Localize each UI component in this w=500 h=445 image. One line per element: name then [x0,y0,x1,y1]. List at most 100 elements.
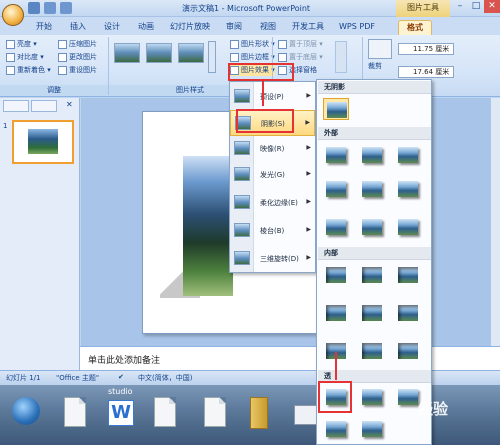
menu-item-label: 柔化边缘(E) [260,199,298,207]
shadow-option[interactable] [395,340,421,362]
picture-tools-label: 图片工具 [396,0,450,17]
tab-insert[interactable]: 插入 [64,20,92,35]
maximize-button[interactable]: □ [468,0,484,13]
shadow-option[interactable] [359,178,385,200]
ribbon-tabs: 开始 插入 设计 动画 幻灯片放映 审阅 视图 开发工具 WPS PDF 格式 [0,17,500,35]
spellcheck-icon[interactable]: ✔ [118,373,124,381]
folder-icon[interactable] [250,397,268,429]
no-shadow-option[interactable] [323,98,349,120]
brightness-icon [6,40,15,49]
menu-item-soft-edges[interactable]: 柔化边缘(E) ▶ [230,190,315,216]
menu-item-preset[interactable]: 预设(P) ▶ [230,84,315,110]
vertical-scrollbar[interactable] [490,98,500,346]
width-field[interactable]: 17.64 厘米 [398,66,454,78]
shadow-option[interactable] [323,418,349,440]
preview-image [326,421,346,437]
preview-image [362,219,382,235]
preview-image [326,267,346,283]
shadow-option[interactable] [395,144,421,166]
shadow-option[interactable] [395,178,421,200]
adjust-group-label: 调整 [0,85,108,96]
border-icon [230,53,239,62]
tab-wps-pdf[interactable]: WPS PDF [334,20,380,35]
shadow-option[interactable] [395,216,421,238]
styles-scroll[interactable] [208,41,216,73]
section-no-shadow: 无阴影 [318,81,431,94]
recolor-button[interactable]: 重新着色 ▾ [6,65,51,76]
selected-picture[interactable] [183,156,233,296]
shadow-option[interactable] [323,302,349,324]
undo-icon[interactable] [44,2,56,14]
send-back-label: 置于底层 ▾ [289,53,323,61]
shadow-option[interactable] [323,178,349,200]
reflection-icon [234,141,250,155]
redo-icon[interactable] [60,2,72,14]
outline-tab[interactable] [31,100,57,112]
align-icon[interactable] [335,41,347,73]
tab-review[interactable]: 审阅 [220,20,248,35]
shadow-option[interactable] [323,144,349,166]
shadow-option[interactable] [323,264,349,286]
slide-thumbnail[interactable] [12,120,74,164]
style-thumb-1[interactable] [114,43,140,63]
wps-writer-icon[interactable]: W [108,400,134,426]
slides-tab[interactable] [3,100,29,112]
contrast-button[interactable]: 对比度 ▾ [6,52,44,63]
menu-item-reflection[interactable]: 映像(R) ▶ [230,136,315,162]
document-icon[interactable] [64,397,86,427]
shadow-option[interactable] [359,216,385,238]
bring-front-button[interactable]: 置于顶层 ▾ [278,39,323,50]
shadow-option[interactable] [359,386,385,408]
picture-shape-button[interactable]: 图片形状 ▾ [230,39,275,50]
brightness-button[interactable]: 亮度 ▾ [6,39,37,50]
submenu-arrow-icon: ▶ [306,226,311,233]
shadow-option[interactable] [323,216,349,238]
height-field[interactable]: 11.75 厘米 [398,43,454,55]
tab-design[interactable]: 设计 [98,20,126,35]
minimize-button[interactable]: – [452,0,468,13]
save-icon[interactable] [28,2,40,14]
close-button[interactable]: ✕ [484,0,500,13]
submenu-arrow-icon: ▶ [306,254,311,261]
notes-placeholder: 单击此处添加备注 [88,356,161,366]
change-picture-button[interactable]: 更改图片 [58,52,97,63]
submenu-arrow-icon: ▶ [305,119,310,126]
menu-item-bevel[interactable]: 棱台(B) ▶ [230,218,315,244]
tab-format[interactable]: 格式 [398,20,432,35]
office-button[interactable] [2,4,24,26]
send-back-button[interactable]: 置于底层 ▾ [278,52,323,63]
compress-button[interactable]: 压缩图片 [58,39,97,50]
shadow-option[interactable] [395,264,421,286]
shadow-option[interactable] [359,302,385,324]
section-inner: 内部 [318,247,431,260]
tab-view[interactable]: 视图 [254,20,282,35]
window-icon[interactable] [294,405,318,425]
tab-animation[interactable]: 动画 [132,20,160,35]
close-pane-icon[interactable]: ✕ [66,100,73,109]
effects-highlight-box [228,63,294,81]
change-picture-label: 更改图片 [69,53,97,61]
shadow-option[interactable] [359,264,385,286]
globe-icon[interactable] [12,397,40,425]
document-icon[interactable] [154,397,176,427]
reset-picture-button[interactable]: 重设图片 [58,65,97,76]
section-outer: 外部 [318,127,431,140]
shape-icon [230,40,239,49]
tab-developer[interactable]: 开发工具 [288,20,328,35]
style-thumb-2[interactable] [146,43,172,63]
crop-icon[interactable] [368,39,392,59]
menu-item-glow[interactable]: 发光(G) ▶ [230,162,315,188]
menu-item-label: 三维旋转(D) [260,255,299,263]
notes-pane[interactable]: 单击此处添加备注 [80,346,500,370]
tab-slideshow[interactable]: 幻灯片放映 [166,20,214,35]
shadow-option[interactable] [359,418,385,440]
style-thumb-3[interactable] [178,43,204,63]
document-icon[interactable] [204,397,226,427]
window-title: 演示文稿1 - Microsoft PowerPoint [182,4,311,13]
shadow-option[interactable] [395,302,421,324]
tab-home[interactable]: 开始 [30,20,58,35]
menu-item-3d-rotation[interactable]: 三维旋转(D) ▶ [230,246,315,272]
shadow-option[interactable] [359,340,385,362]
shadow-option[interactable] [359,144,385,166]
picture-border-button[interactable]: 图片边框 ▾ [230,52,275,63]
